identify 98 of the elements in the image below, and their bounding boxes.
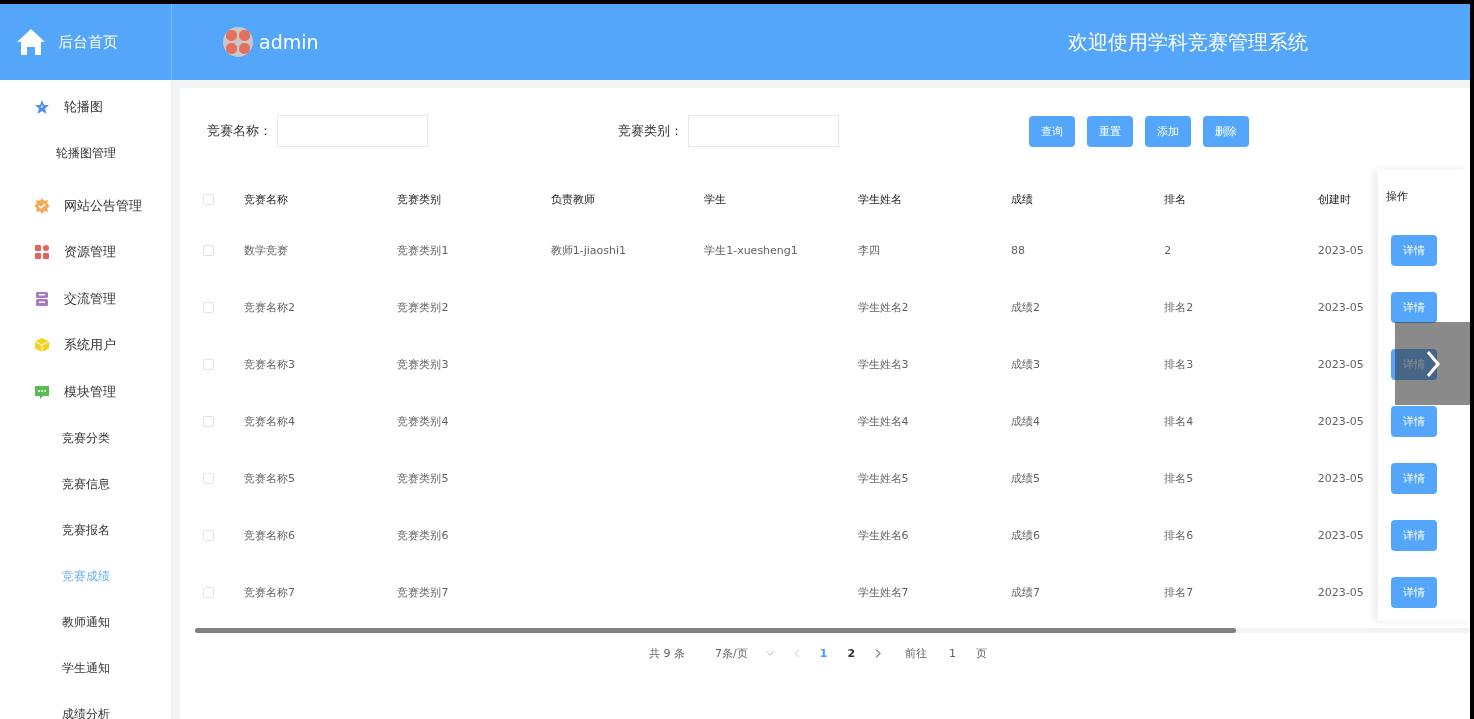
total-count: 共 9 条 [649, 645, 685, 661]
table-cell: 学生姓名5 [857, 471, 909, 486]
table-cell: 2023-05 [1317, 586, 1364, 599]
menu-item[interactable]: 系统用户 [64, 336, 116, 355]
table-cell: 排名6 [1164, 528, 1194, 543]
table-cell: 成绩3 [1010, 357, 1040, 372]
table-cell: 2023-05 [1317, 415, 1364, 428]
table-cell: 排名4 [1164, 414, 1194, 429]
table-cell: 竞赛类别1 [397, 243, 449, 258]
home-icon [16, 28, 46, 56]
previous-icon[interactable] [793, 648, 800, 658]
table-cell: 成绩7 [1010, 585, 1040, 600]
column-header: 创建时 [1317, 191, 1351, 207]
column-header: 竞赛名称 [244, 191, 288, 207]
submenu-item[interactable]: 竞赛报名 [61, 521, 110, 539]
submenu-item[interactable]: 成绩分析 [61, 705, 110, 719]
input-field[interactable] [277, 115, 428, 147]
table-cell: 排名5 [1164, 471, 1194, 486]
username: admin [259, 31, 319, 53]
menu-item[interactable]: 轮播图 [64, 98, 103, 117]
table-cell: 竞赛名称3 [244, 357, 295, 372]
caret-icon [765, 650, 774, 656]
table-cell: 数学竞赛 [244, 243, 288, 258]
chat-icon [34, 383, 50, 400]
table-cell: 竞赛名称4 [244, 414, 295, 429]
input-field[interactable] [688, 115, 839, 147]
table-cell: 成绩2 [1010, 300, 1040, 315]
star-icon [34, 99, 50, 116]
submenu-item[interactable]: 轮播图管理 [55, 145, 116, 162]
menu-item[interactable]: 交流管理 [64, 289, 116, 308]
table-cell: 学生姓名3 [857, 357, 909, 372]
table-cell: 竞赛名称6 [244, 528, 295, 543]
cube-icon [34, 337, 50, 354]
grid-icon [34, 244, 50, 261]
column-header: 学生姓名 [857, 191, 902, 207]
row-checkbox[interactable] [203, 416, 214, 427]
table-cell: 学生姓名6 [857, 528, 909, 543]
column-header: 负责教师 [550, 191, 595, 207]
column-header: 排名 [1164, 191, 1187, 207]
column-header: 学生 [704, 191, 727, 207]
row-checkbox[interactable] [203, 359, 214, 370]
page-number[interactable]: 2 [847, 646, 856, 660]
table-cell: 2 [1164, 244, 1172, 257]
table-cell: 成绩4 [1010, 414, 1040, 429]
table-cell: 2023-05 [1317, 244, 1364, 257]
table-cell: 竞赛类别3 [397, 357, 449, 372]
table-cell: 竞赛类别4 [397, 414, 449, 429]
table-cell: 竞赛类别7 [397, 585, 449, 600]
table-cell: 88 [1010, 244, 1025, 257]
field-label: 竞赛名称： [207, 122, 273, 140]
table-cell: 排名7 [1164, 585, 1194, 600]
row-checkbox[interactable] [203, 587, 214, 598]
archive-icon [34, 290, 50, 307]
table-cell: 排名3 [1164, 357, 1194, 372]
page-size-select[interactable]: 7条/页 [715, 645, 774, 661]
table-cell: 成绩6 [1010, 528, 1040, 543]
menu-item[interactable]: 网站公告管理 [64, 196, 142, 215]
field-label: 竞赛类别： [618, 122, 684, 140]
column-header: 竞赛类别 [397, 191, 442, 207]
table-cell: 教师1-jiaoshi1 [550, 243, 627, 258]
table-cell: 竞赛名称7 [244, 585, 295, 600]
column-header: 成绩 [1010, 191, 1033, 207]
menu-item[interactable]: 资源管理 [64, 243, 116, 262]
table-cell: 2023-05 [1317, 301, 1364, 314]
row-checkbox[interactable] [203, 302, 214, 313]
table-cell: 学生姓名4 [857, 414, 909, 429]
table-cell: 学生姓名2 [857, 300, 909, 315]
page-title: 欢迎使用学科竞赛管理系统 [1068, 28, 1309, 56]
scrollbar-thumb[interactable] [195, 628, 1236, 633]
page-suffix: 页 [976, 645, 988, 661]
table-cell: 学生姓名7 [857, 585, 909, 600]
table-cell: 2023-05 [1317, 358, 1364, 371]
table-cell: 学生1-xuesheng1 [704, 243, 798, 258]
table-cell: 竞赛名称5 [244, 471, 295, 486]
goto-label: 前往 [905, 645, 928, 661]
table-cell: 2023-05 [1317, 529, 1364, 542]
table-cell: 竞赛名称2 [244, 300, 295, 315]
table-cell: 竞赛类别5 [397, 471, 449, 486]
row-checkbox[interactable] [203, 193, 214, 205]
avatar-icon [223, 27, 253, 57]
row-checkbox[interactable] [203, 245, 214, 256]
table-cell: 竞赛类别2 [397, 300, 449, 315]
page-input[interactable]: 1 [949, 646, 957, 660]
submenu-item[interactable]: 学生通知 [61, 659, 110, 677]
row-checkbox[interactable] [203, 473, 214, 484]
table-cell: 排名2 [1164, 300, 1194, 315]
table-cell: 李四 [857, 243, 880, 258]
submenu-item[interactable]: 竞赛信息 [61, 475, 110, 493]
table-cell: 成绩5 [1010, 471, 1040, 486]
column-header: 操作 [1386, 188, 1409, 204]
next-icon[interactable] [875, 648, 882, 658]
badge-icon [34, 197, 50, 214]
submenu-item[interactable]: 竞赛分类 [61, 429, 110, 447]
table-cell: 竞赛类别6 [397, 528, 449, 543]
menu-item[interactable]: 模块管理 [64, 382, 116, 401]
table-cell: 2023-05 [1317, 472, 1364, 485]
submenu-item[interactable]: 教师通知 [61, 613, 110, 631]
row-checkbox[interactable] [203, 530, 214, 541]
